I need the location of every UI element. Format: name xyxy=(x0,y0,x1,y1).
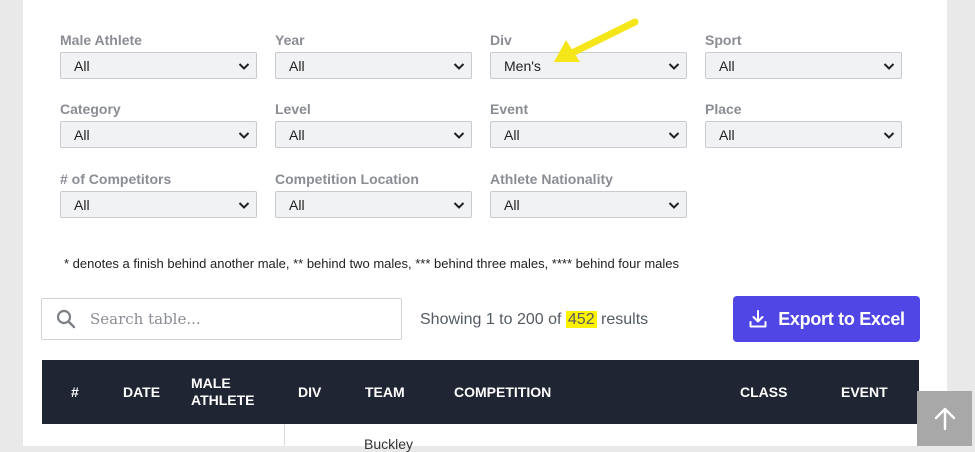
col-header-div[interactable]: DIV xyxy=(298,360,321,424)
select-value: All xyxy=(504,196,520,213)
search-icon xyxy=(56,309,76,329)
place-select[interactable]: All xyxy=(705,121,902,148)
col-header-class[interactable]: CLASS xyxy=(740,360,787,424)
filter-label: Place xyxy=(705,101,742,117)
filter-level: Level All xyxy=(275,100,472,148)
filter-label: Athlete Nationality xyxy=(490,171,613,187)
select-value: Men's xyxy=(504,57,541,74)
year-select[interactable]: All xyxy=(275,52,472,79)
chevron-down-icon xyxy=(238,131,250,139)
chevron-down-icon xyxy=(453,62,465,70)
event-select[interactable]: All xyxy=(490,121,687,148)
col-header-team[interactable]: TEAM xyxy=(365,360,405,424)
select-value: All xyxy=(74,196,90,213)
filter-athlete-nationality: Athlete Nationality All xyxy=(490,170,687,218)
column-divider xyxy=(284,424,285,446)
annotation-arrow xyxy=(554,18,639,62)
filter-label: Sport xyxy=(705,32,742,48)
select-value: All xyxy=(289,57,305,74)
col-header-event[interactable]: EVENT xyxy=(841,360,888,424)
chevron-down-icon xyxy=(668,131,680,139)
select-value: All xyxy=(719,57,735,74)
filter-label: # of Competitors xyxy=(60,171,172,187)
filter-sport: Sport All xyxy=(705,31,902,79)
export-label: Export to Excel xyxy=(778,308,905,329)
chevron-down-icon xyxy=(238,62,250,70)
filter-label: Event xyxy=(490,101,529,117)
competition-location-select[interactable]: All xyxy=(275,191,472,218)
search-box[interactable] xyxy=(41,298,402,340)
search-input[interactable] xyxy=(88,309,372,329)
col-header-male-athlete[interactable]: MALE ATHLETE xyxy=(191,360,267,424)
select-value: All xyxy=(74,126,90,143)
select-value: All xyxy=(74,57,90,74)
sport-select[interactable]: All xyxy=(705,52,902,79)
results-prefix: Showing 1 to 200 of xyxy=(420,311,566,328)
chevron-down-icon xyxy=(883,62,895,70)
filter-place: Place All xyxy=(705,100,902,148)
filter-event: Event All xyxy=(490,100,687,148)
chevron-down-icon xyxy=(453,201,465,209)
male-athlete-select[interactable]: All xyxy=(60,52,257,79)
col-header-number[interactable]: # xyxy=(71,360,79,424)
level-select[interactable]: All xyxy=(275,121,472,148)
chevron-down-icon xyxy=(883,131,895,139)
results-count: Showing 1 to 200 of 452 results xyxy=(420,311,648,329)
athlete-nationality-select[interactable]: All xyxy=(490,191,687,218)
table-cell-team: Buckley xyxy=(364,436,414,452)
chevron-down-icon xyxy=(453,131,465,139)
table-body: Buckley xyxy=(42,424,919,452)
export-excel-button[interactable]: Export to Excel xyxy=(733,296,920,342)
filter-label: Year xyxy=(275,32,305,48)
filter-competition-location: Competition Location All xyxy=(275,170,472,218)
category-select[interactable]: All xyxy=(60,121,257,148)
col-header-competition[interactable]: COMPETITION xyxy=(454,360,551,424)
col-header-date[interactable]: DATE xyxy=(123,360,160,424)
scroll-to-top-button[interactable] xyxy=(917,391,972,446)
filter-num-competitors: # of Competitors All xyxy=(60,170,257,218)
results-total: 452 xyxy=(565,311,597,328)
select-value: All xyxy=(504,126,520,143)
filter-label: Level xyxy=(275,101,311,117)
chevron-down-icon xyxy=(668,201,680,209)
num-competitors-select[interactable]: All xyxy=(60,191,257,218)
select-value: All xyxy=(289,196,305,213)
chevron-down-icon xyxy=(238,201,250,209)
filter-label: Male Athlete xyxy=(60,32,142,48)
filter-male-athlete: Male Athlete All xyxy=(60,31,257,79)
chevron-down-icon xyxy=(668,62,680,70)
results-suffix: results xyxy=(596,311,649,328)
download-icon xyxy=(749,310,767,328)
table-header: # DATE MALE ATHLETE DIV TEAM COMPETITION… xyxy=(42,360,919,424)
finish-note: * denotes a finish behind another male, … xyxy=(64,256,679,271)
filter-year: Year All xyxy=(275,31,472,79)
filter-label: Competition Location xyxy=(275,171,419,187)
arrow-up-icon xyxy=(934,407,955,430)
filter-label: Category xyxy=(60,101,121,117)
select-value: All xyxy=(719,126,735,143)
select-value: All xyxy=(289,126,305,143)
filter-category: Category All xyxy=(60,100,257,148)
